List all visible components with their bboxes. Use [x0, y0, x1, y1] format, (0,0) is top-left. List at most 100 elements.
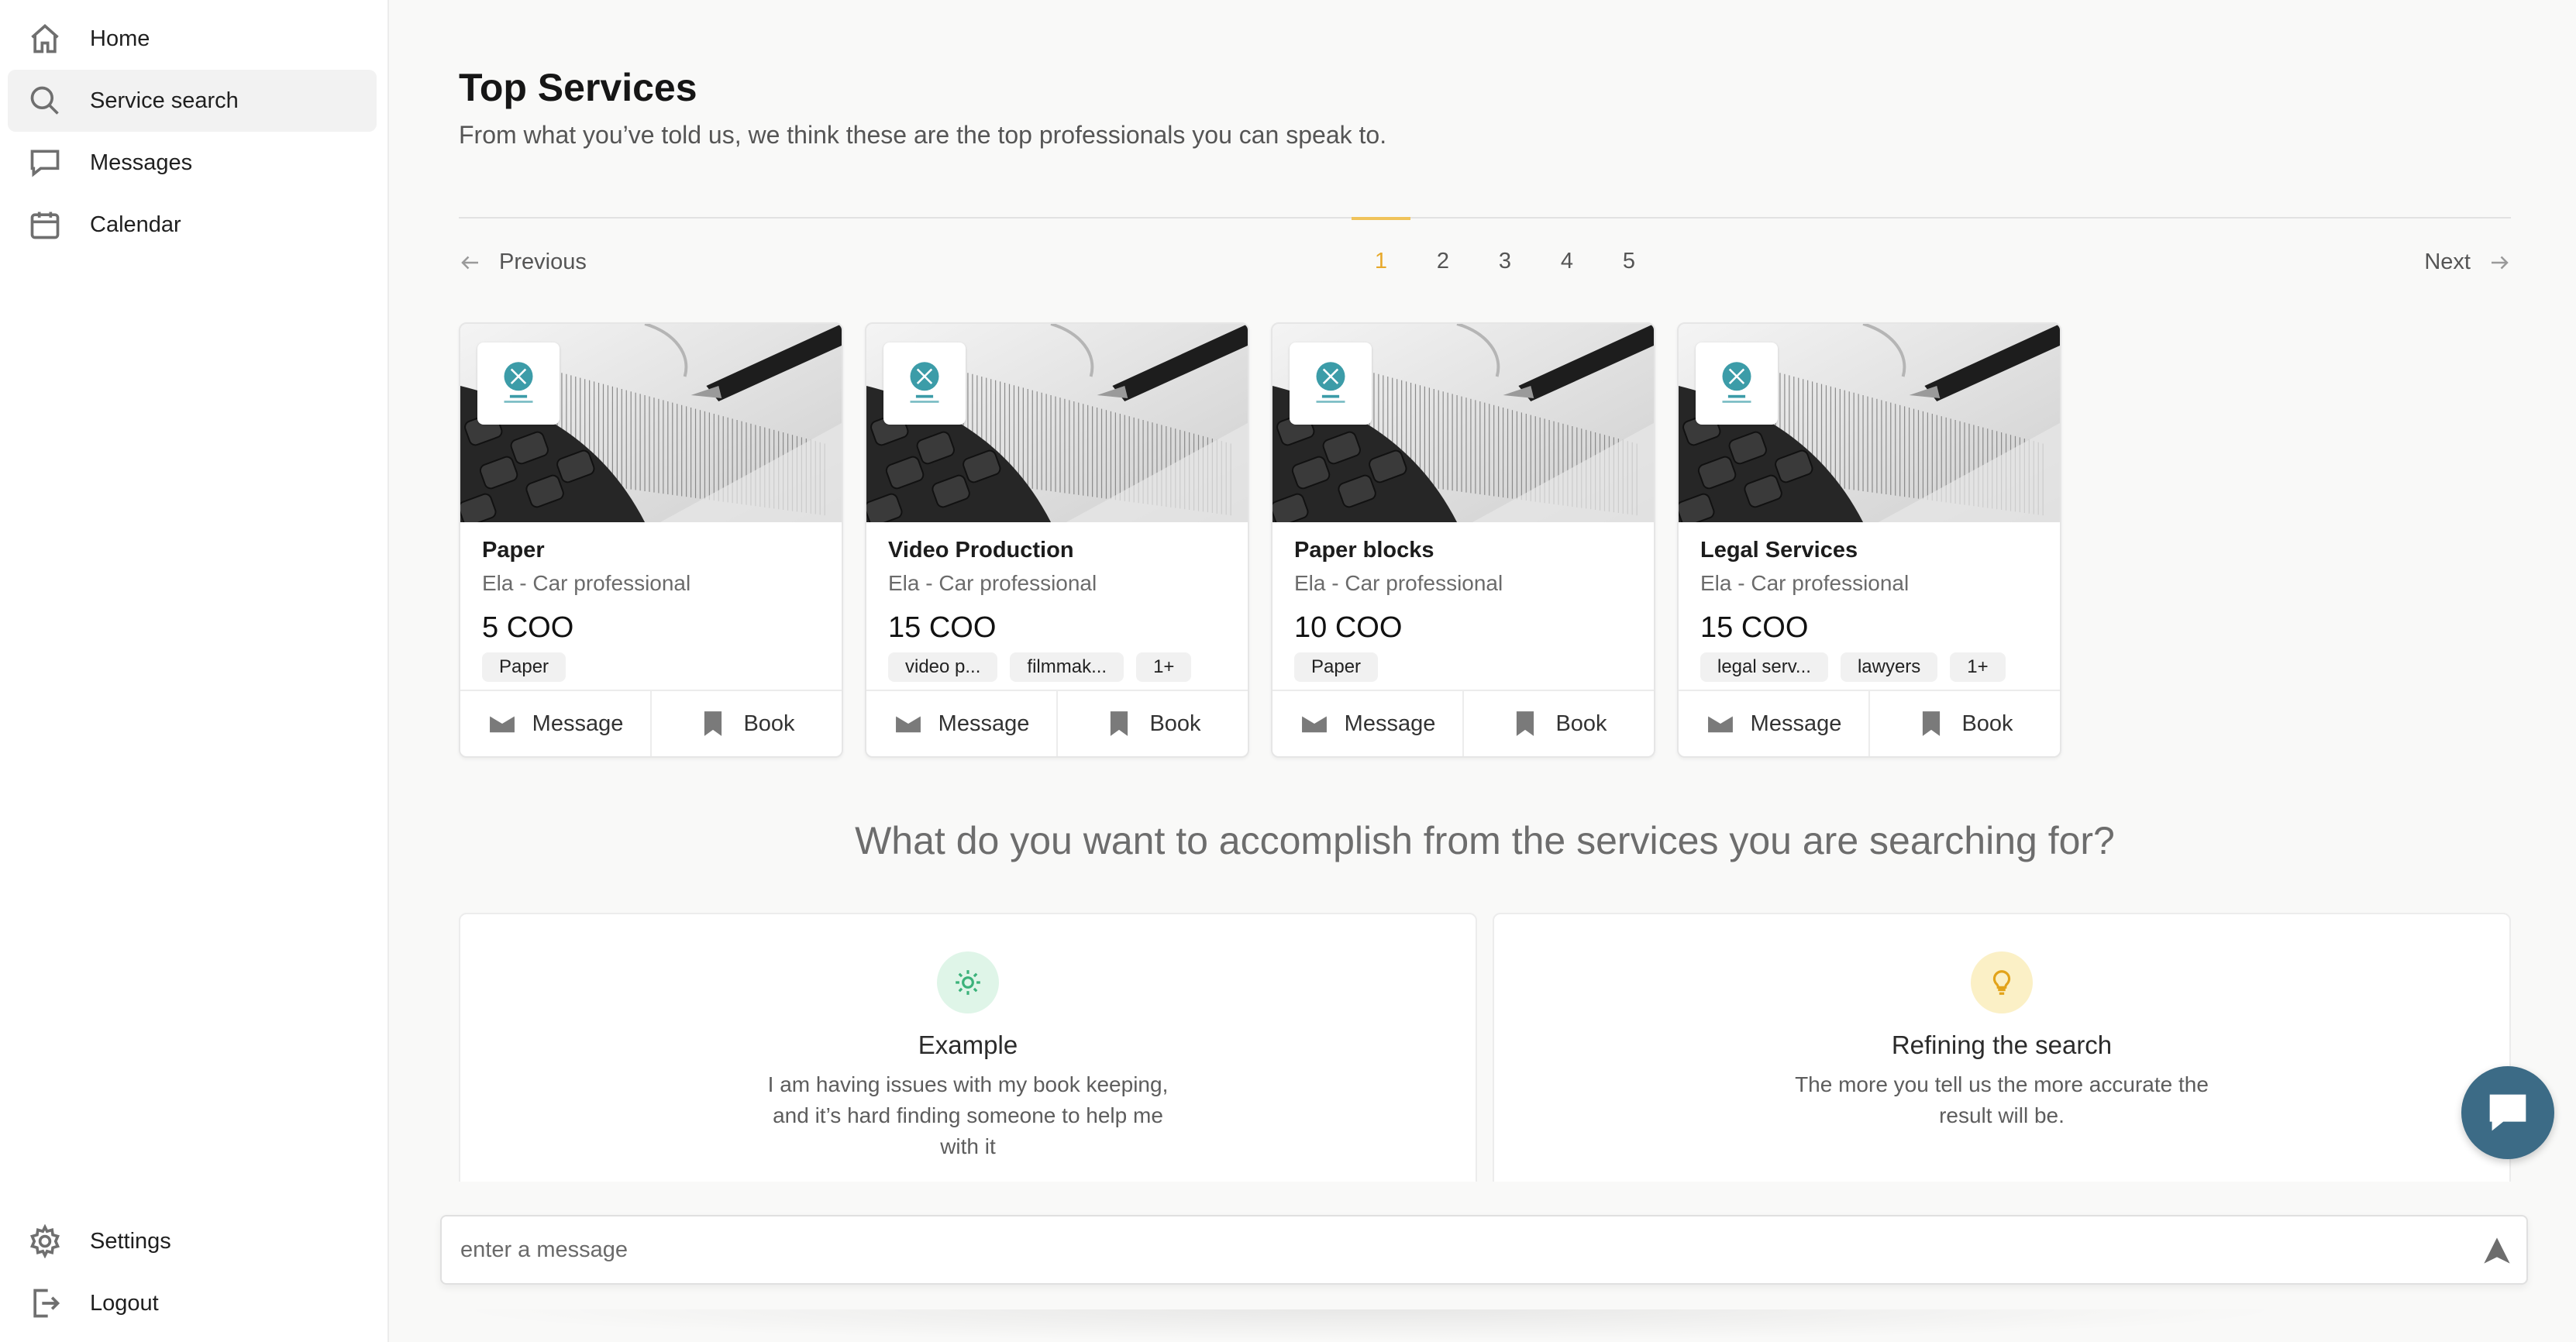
bookmark-icon [1111, 711, 1128, 736]
tag: video p... [888, 652, 998, 682]
sidebar-item-label: Service search [90, 88, 239, 113]
message-button[interactable]: Message [866, 691, 1056, 756]
next-button[interactable]: Next [2424, 249, 2511, 275]
service-price: 15 COO [1700, 611, 1809, 644]
service-title: Legal Services [1700, 538, 1858, 563]
provider-logo [883, 342, 966, 425]
sidebar-item-service-search[interactable]: Service search [8, 70, 377, 132]
service-provider: Ela - Car professional [1700, 571, 1910, 595]
service-card[interactable]: Video Production Ela - Car professional … [865, 322, 1249, 758]
book-button[interactable]: Book [650, 691, 842, 756]
provider-logo [477, 342, 560, 425]
service-card[interactable]: Paper blocks Ela - Car professional 10 C… [1271, 322, 1655, 758]
bookmark-icon [1923, 711, 1941, 736]
info-text: The more you tell us the more accurate t… [1795, 1072, 2209, 1127]
envelope-icon [489, 714, 515, 733]
book-label: Book [1555, 711, 1607, 736]
page-title: Top Services [459, 66, 697, 109]
service-image [866, 324, 1248, 522]
sidebar-item-settings[interactable]: Settings [8, 1210, 377, 1272]
message-button[interactable]: Message [1679, 691, 1868, 756]
service-provider: Ela - Car professional [1294, 571, 1503, 595]
send-icon [2484, 1237, 2510, 1264]
scroll-fade [391, 1182, 2576, 1213]
provider-logo [1696, 342, 1778, 425]
page-3[interactable]: 3 [1474, 219, 1536, 280]
previous-button[interactable]: Previous [459, 249, 587, 275]
message-label: Message [532, 711, 624, 736]
service-image [1273, 324, 1654, 522]
message-button[interactable]: Message [1273, 691, 1462, 756]
sidebar-item-home[interactable]: Home [8, 8, 377, 70]
sidebar-item-calendar[interactable]: Calendar [8, 194, 377, 256]
book-label: Book [1149, 711, 1201, 736]
service-title: Paper [482, 538, 545, 563]
service-provider: Ela - Car professional [482, 571, 691, 595]
sidebar-item-logout[interactable]: Logout [8, 1272, 377, 1334]
message-label: Message [1344, 711, 1436, 736]
page-2[interactable]: 2 [1412, 219, 1474, 280]
tag: legal serv... [1700, 652, 1828, 682]
message-button[interactable]: Message [460, 691, 650, 756]
main-content: Top Services From what you’ve told us, w… [391, 0, 2576, 1342]
message-label: Message [1750, 711, 1842, 736]
book-button[interactable]: Book [1462, 691, 1654, 756]
book-button[interactable]: Book [1868, 691, 2060, 756]
lightbulb-icon [1971, 951, 2033, 1013]
more-tags-badge[interactable]: 1+ [1136, 652, 1192, 682]
page-5[interactable]: 5 [1598, 219, 1660, 280]
refining-card: Refining the search The more you tell us… [1493, 913, 2511, 1192]
sidebar-item-label: Logout [90, 1290, 159, 1316]
bookmark-icon [1517, 711, 1534, 736]
sidebar: Home Service search Messages Calendar Se… [0, 0, 389, 1342]
service-image [460, 324, 842, 522]
service-cards: Paper Ela - Car professional 5 COO Paper… [459, 322, 2061, 758]
chat-bubble-icon [23, 141, 67, 184]
search-icon [23, 79, 67, 122]
logout-icon [23, 1282, 67, 1325]
book-label: Book [1961, 711, 2013, 736]
service-price: 15 COO [888, 611, 997, 644]
service-title: Paper blocks [1294, 538, 1434, 563]
service-card[interactable]: Paper Ela - Car professional 5 COO Paper… [459, 322, 843, 758]
page-4[interactable]: 4 [1536, 219, 1598, 280]
sidebar-item-messages[interactable]: Messages [8, 132, 377, 194]
chat-widget-button[interactable] [2461, 1066, 2554, 1159]
info-title: Refining the search [1891, 1031, 2113, 1059]
example-card: Example I am having issues with my book … [459, 913, 1477, 1192]
sidebar-item-label: Settings [90, 1228, 171, 1254]
more-tags-badge[interactable]: 1+ [1950, 652, 2006, 682]
book-label: Book [743, 711, 795, 736]
gear-icon [23, 1220, 67, 1263]
bottom-shadow [440, 1309, 2300, 1342]
sidebar-item-label: Calendar [90, 212, 181, 237]
service-price: 5 COO [482, 611, 574, 644]
tag: filmmak... [1010, 652, 1124, 682]
service-image [1679, 324, 2060, 522]
calendar-icon [23, 203, 67, 246]
service-card[interactable]: Legal Services Ela - Car professional 15… [1677, 322, 2061, 758]
message-bar [440, 1215, 2528, 1285]
info-title: Example [918, 1031, 1018, 1059]
tag: lawyers [1840, 652, 1938, 682]
page-1[interactable]: 1 [1350, 217, 1412, 280]
tag-list: Paper [1294, 652, 1632, 682]
page-subtitle: From what you’ve told us, we think these… [459, 121, 1387, 149]
book-button[interactable]: Book [1056, 691, 1248, 756]
envelope-icon [1707, 714, 1733, 733]
accomplish-question: What do you want to accomplish from the … [855, 819, 2115, 862]
send-button[interactable] [2481, 1235, 2512, 1266]
sun-icon [937, 951, 999, 1013]
info-text: I am having issues with my book keeping,… [767, 1072, 1169, 1158]
arrow-right-icon [2492, 256, 2509, 269]
bookmark-icon [704, 711, 722, 736]
service-price: 10 COO [1294, 611, 1403, 644]
tag-list: video p... filmmak... 1+ [888, 652, 1226, 682]
previous-label: Previous [499, 249, 587, 274]
tag-list: Paper [482, 652, 820, 682]
envelope-icon [1301, 714, 1327, 733]
service-provider: Ela - Car professional [888, 571, 1097, 595]
message-input[interactable] [460, 1216, 2460, 1283]
next-label: Next [2424, 249, 2471, 274]
tag: Paper [482, 652, 567, 682]
